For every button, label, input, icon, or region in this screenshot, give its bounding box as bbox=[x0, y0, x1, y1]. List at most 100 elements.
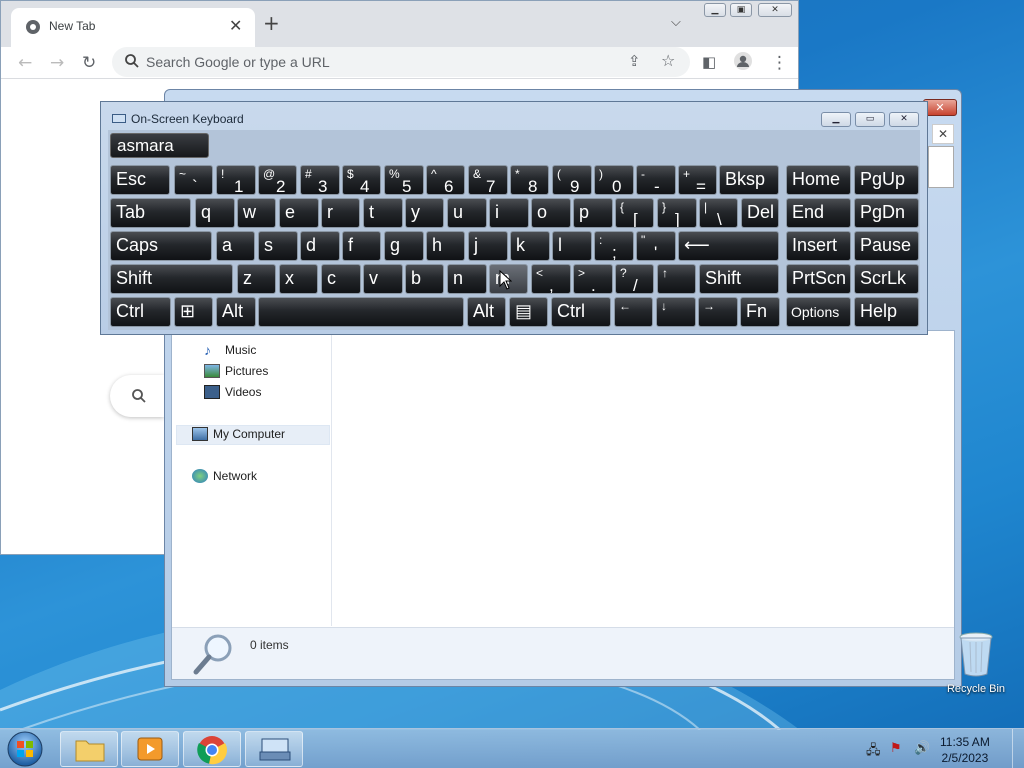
key-symsym[interactable]: ? / bbox=[615, 264, 654, 294]
key-symsym[interactable]: -- bbox=[636, 165, 676, 195]
network-tray-icon[interactable]: 🖧 bbox=[866, 741, 881, 763]
nav-item-my-computer[interactable]: My Computer bbox=[192, 427, 285, 441]
share-icon[interactable]: ⇪ bbox=[628, 52, 641, 70]
key-sym6[interactable]: ^ 6 bbox=[426, 165, 465, 195]
key-b[interactable]: b bbox=[405, 264, 444, 294]
nav-item-network[interactable]: Network bbox=[192, 469, 257, 483]
key-sym5[interactable]: % 5 bbox=[384, 165, 424, 195]
key-g[interactable]: g bbox=[384, 231, 424, 261]
key-scrlk[interactable]: ScrLk bbox=[854, 264, 919, 294]
new-tab-icon[interactable]: + bbox=[263, 13, 280, 33]
key-caps[interactable]: Caps bbox=[110, 231, 212, 261]
key-r[interactable]: r bbox=[321, 198, 360, 228]
key-symsym[interactable]: {[ bbox=[615, 198, 654, 228]
key-bksp[interactable]: Bksp bbox=[719, 165, 779, 195]
key-q[interactable]: q bbox=[195, 198, 235, 228]
key-sym8[interactable]: * 8 bbox=[510, 165, 549, 195]
key-tab[interactable]: Tab bbox=[110, 198, 191, 228]
key-del[interactable]: Del bbox=[741, 198, 779, 228]
key-pgup[interactable]: PgUp bbox=[854, 165, 919, 195]
key-c[interactable]: c bbox=[321, 264, 361, 294]
taskbar-on-screen-keyboard[interactable] bbox=[245, 731, 303, 767]
reload-icon[interactable]: ↻ bbox=[82, 53, 96, 73]
key-options[interactable]: Options bbox=[786, 297, 851, 327]
key-insert[interactable]: Insert bbox=[786, 231, 851, 261]
key-symsym[interactable]: " ' bbox=[636, 231, 676, 261]
action-center-icon[interactable]: ⚑ bbox=[890, 741, 902, 756]
key-prtscn[interactable]: PrtScn bbox=[786, 264, 851, 294]
key-space[interactable] bbox=[258, 297, 464, 327]
key-sym4[interactable]: $4 bbox=[342, 165, 381, 195]
recycle-bin[interactable]: Recycle Bin bbox=[944, 632, 1008, 695]
clock[interactable]: 11:35 AM 2/5/2023 bbox=[940, 734, 990, 766]
volume-icon[interactable]: 🔊 bbox=[914, 741, 930, 756]
key-v[interactable]: v bbox=[363, 264, 403, 294]
key-esc[interactable]: Esc bbox=[110, 165, 170, 195]
key-end[interactable]: End bbox=[786, 198, 851, 228]
tab-close-icon[interactable]: ✕ bbox=[229, 16, 242, 35]
key-ctrl[interactable]: Ctrl bbox=[551, 297, 611, 327]
chrome-menu-icon[interactable]: ⋮ bbox=[771, 53, 788, 73]
side-panel-icon[interactable]: ◧ bbox=[702, 53, 716, 71]
key-w[interactable]: w bbox=[237, 198, 276, 228]
explorer-dialog-close-icon[interactable]: ✕ bbox=[932, 124, 954, 144]
taskbar-media-player[interactable] bbox=[121, 731, 179, 767]
chrome-close-button[interactable]: ✕ bbox=[758, 3, 792, 17]
key-shift[interactable]: Shift bbox=[110, 264, 233, 294]
key-alt[interactable]: Alt bbox=[467, 297, 506, 327]
key-a[interactable]: a bbox=[216, 231, 255, 261]
key-symsym[interactable]: >. bbox=[573, 264, 613, 294]
key-h[interactable]: h bbox=[426, 231, 465, 261]
forward-icon[interactable]: → bbox=[50, 53, 64, 73]
key-ctrl[interactable]: Ctrl bbox=[110, 297, 171, 327]
key-t[interactable]: t bbox=[363, 198, 403, 228]
key-z[interactable]: z bbox=[237, 264, 276, 294]
key-pause[interactable]: Pause bbox=[854, 231, 919, 261]
newtab-search-box[interactable] bbox=[110, 375, 164, 417]
taskbar-chrome[interactable] bbox=[183, 731, 241, 767]
show-desktop-button[interactable] bbox=[1012, 729, 1024, 768]
osk-close-button[interactable]: ✕ bbox=[889, 112, 919, 127]
key-▤[interactable]: ▤ bbox=[509, 297, 548, 327]
key-e[interactable]: e bbox=[279, 198, 319, 228]
tab-search-chevron-icon[interactable]: ⌵ bbox=[671, 15, 681, 30]
tab-new-tab[interactable]: New Tab ✕ bbox=[11, 8, 255, 47]
key-home[interactable]: Home bbox=[786, 165, 851, 195]
start-button[interactable] bbox=[5, 730, 47, 768]
key-j[interactable]: j bbox=[468, 231, 508, 261]
key-symsym[interactable]: ~ ` bbox=[174, 165, 213, 195]
key-o[interactable]: o bbox=[531, 198, 571, 228]
osk-minimize-button[interactable]: ▁ bbox=[821, 112, 851, 127]
key-←[interactable]: ← bbox=[614, 297, 653, 327]
key-alt[interactable]: Alt bbox=[216, 297, 256, 327]
key-p[interactable]: p bbox=[573, 198, 613, 228]
key-symsym[interactable]: :; bbox=[594, 231, 634, 261]
bookmark-star-icon[interactable]: ☆ bbox=[661, 51, 675, 70]
osk-maximize-button[interactable]: ▭ bbox=[855, 112, 885, 127]
key-shift[interactable]: Shift bbox=[699, 264, 779, 294]
key-symsym[interactable]: + = bbox=[678, 165, 717, 195]
key-symsym[interactable]: | \ bbox=[699, 198, 738, 228]
profile-avatar-icon[interactable] bbox=[733, 51, 753, 76]
chrome-maximize-button[interactable]: ▣ bbox=[730, 3, 752, 17]
key-symsym[interactable]: }] bbox=[657, 198, 697, 228]
key-u[interactable]: u bbox=[447, 198, 487, 228]
key-sym0[interactable]: ) 0 bbox=[594, 165, 634, 195]
key-↑[interactable]: ↑ bbox=[657, 264, 696, 294]
key-⟵[interactable]: ⟵ bbox=[678, 231, 779, 261]
nav-item-videos[interactable]: Videos bbox=[204, 385, 261, 399]
explorer-close-button[interactable]: ✕ bbox=[923, 99, 957, 116]
key-→[interactable]: → bbox=[698, 297, 738, 327]
taskbar-explorer[interactable] bbox=[60, 731, 118, 767]
nav-item-music[interactable]: ♪ Music bbox=[204, 343, 256, 357]
key-s[interactable]: s bbox=[258, 231, 298, 261]
key-y[interactable]: y bbox=[405, 198, 444, 228]
key-f[interactable]: f bbox=[342, 231, 381, 261]
nav-item-pictures[interactable]: Pictures bbox=[204, 364, 268, 378]
key-sym9[interactable]: (9 bbox=[552, 165, 592, 195]
key-sym2[interactable]: @2 bbox=[258, 165, 297, 195]
key-i[interactable]: i bbox=[489, 198, 529, 228]
back-icon[interactable]: ← bbox=[18, 53, 32, 73]
key-d[interactable]: d bbox=[300, 231, 340, 261]
key-x[interactable]: x bbox=[279, 264, 318, 294]
